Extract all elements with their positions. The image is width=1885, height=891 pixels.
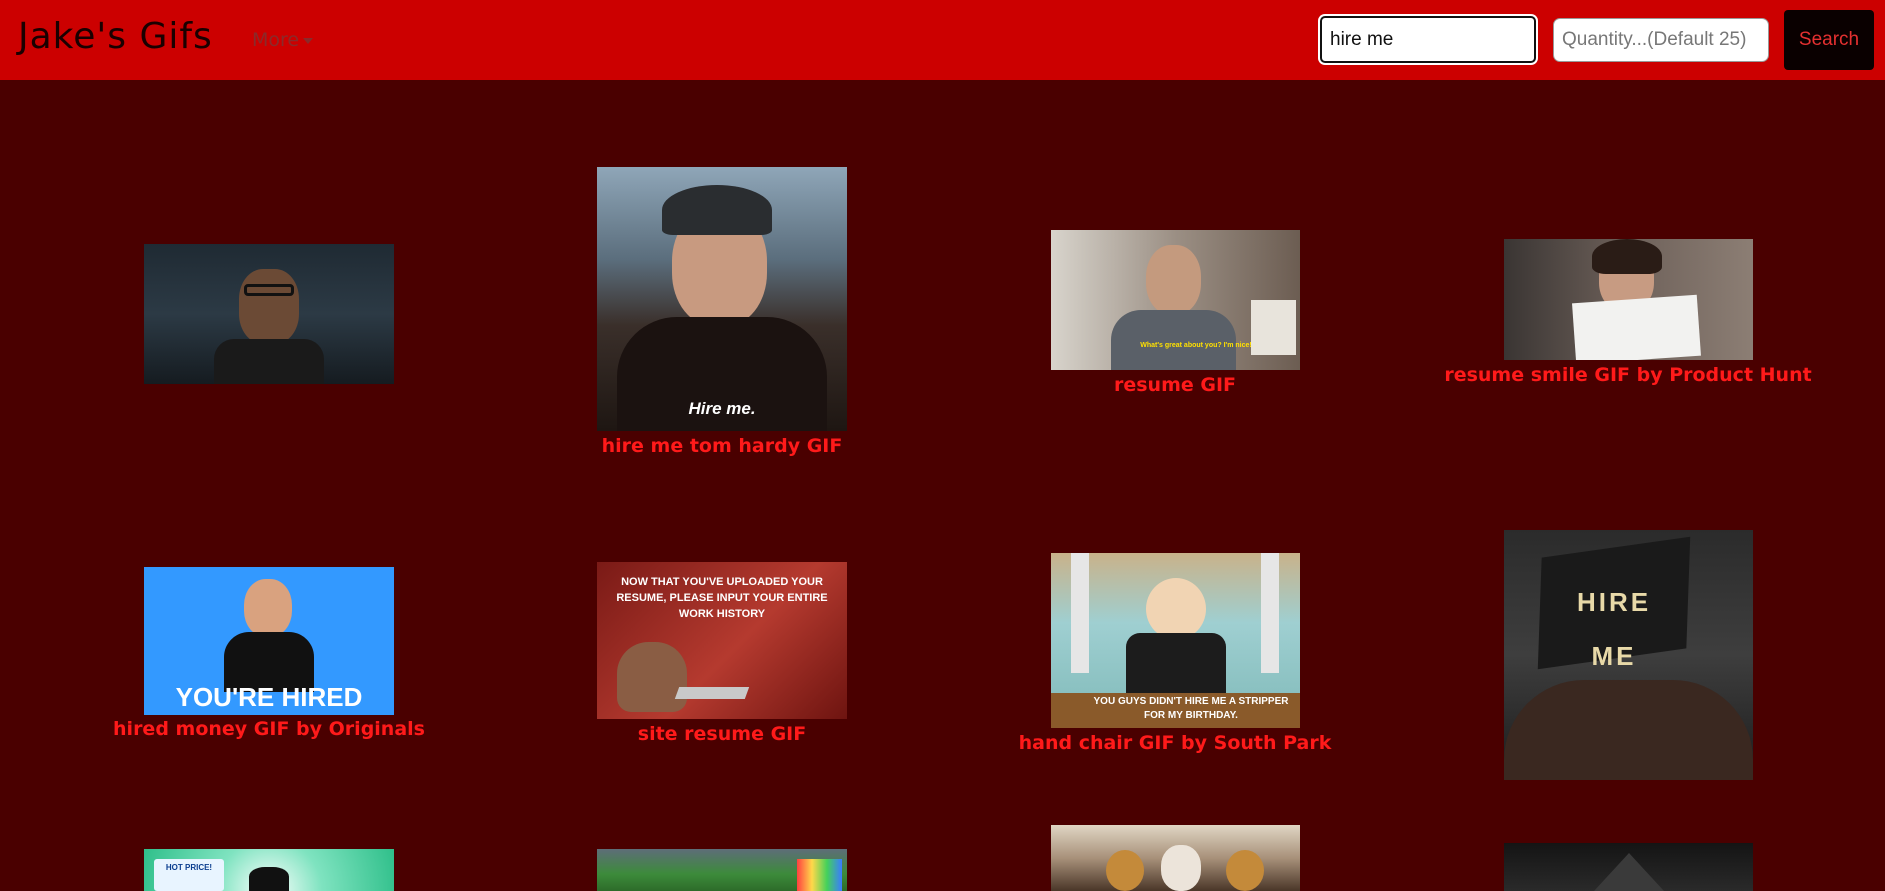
gif-image[interactable]: HOT PRICE! (144, 849, 394, 891)
quantity-input[interactable] (1553, 18, 1769, 62)
caret-down-icon (303, 37, 314, 44)
gif-caption[interactable]: resume GIF (1114, 374, 1236, 396)
gif-overlay-text: HOT PRICE! (165, 863, 213, 872)
gif-overlay-text: YOU'RE HIRED (175, 682, 363, 712)
gif-image[interactable] (1051, 825, 1300, 891)
gif-caption[interactable]: resume smile GIF by Product Hunt (1444, 364, 1811, 386)
gif-overlay-text: HIRE ME (1576, 587, 1652, 671)
gif-caption[interactable]: hire me tom hardy GIF (602, 435, 843, 457)
brand-title[interactable]: Jake's Gifs (18, 16, 213, 57)
gif-image[interactable]: What's great about you? I'm nice! (1051, 230, 1300, 370)
gif-image[interactable] (1504, 843, 1753, 891)
gif-overlay-text: YOU GUYS DIDN'T HIRE ME A STRIPPER FOR M… (1093, 696, 1289, 721)
navbar: Jake's Gifs More Search (0, 0, 1885, 80)
gif-caption[interactable]: hand chair GIF by South Park (1019, 732, 1332, 754)
search-button[interactable]: Search (1784, 10, 1874, 70)
gif-overlay-text: NOW THAT YOU'VE UPLOADED YOUR RESUME, PL… (616, 576, 828, 620)
search-input[interactable] (1320, 16, 1536, 63)
gif-overlay-text: Hire me. (688, 399, 756, 418)
gif-caption[interactable]: hired money GIF by Originals (113, 718, 425, 740)
gif-image[interactable]: YOU'RE HIRED (144, 567, 394, 715)
gif-image[interactable] (1504, 239, 1753, 360)
gif-image[interactable]: NOW THAT YOU'VE UPLOADED YOUR RESUME, PL… (597, 562, 847, 719)
gif-image[interactable]: Hire me. (597, 167, 847, 431)
gif-image[interactable]: YOU GUYS DIDN'T HIRE ME A STRIPPER FOR M… (1051, 553, 1300, 728)
gif-image[interactable]: HIRE ME (1504, 530, 1753, 780)
gif-image[interactable] (597, 849, 847, 891)
more-dropdown[interactable]: More (252, 29, 314, 51)
gif-overlay-text: What's great about you? I'm nice! (1140, 342, 1252, 349)
gif-image[interactable] (144, 244, 394, 384)
gif-caption[interactable]: site resume GIF (638, 723, 806, 745)
more-label: More (252, 29, 300, 51)
